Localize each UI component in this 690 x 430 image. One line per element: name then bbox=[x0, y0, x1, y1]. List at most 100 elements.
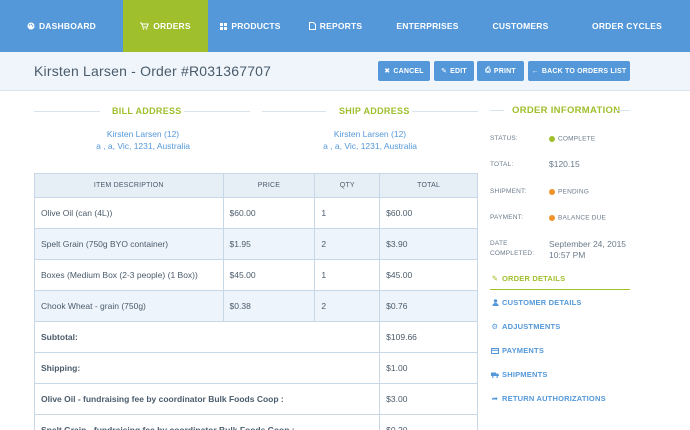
menu-customer-details[interactable]: CUSTOMER DETAILS bbox=[490, 298, 582, 307]
date-completed-label-2: COMPLETED: bbox=[490, 250, 535, 257]
summary-label: Shipping: bbox=[33, 352, 381, 384]
date-completed-value-1: September 24, 2015 bbox=[549, 239, 627, 249]
table-row: Chook Wheat - grain (750g) $0.38 2 $0.76 bbox=[34, 290, 478, 322]
payment-value: BALANCE DUE bbox=[558, 214, 607, 222]
order-items-table: ITEM DESCRIPTION PRICE QTY TOTAL Olive O… bbox=[33, 173, 478, 430]
edit-button-label: EDIT bbox=[450, 67, 467, 75]
nav-products-label: PRODUCTS bbox=[231, 21, 281, 31]
edit-icon: ✎ bbox=[441, 68, 448, 75]
menu-customer-details-label: CUSTOMER DETAILS bbox=[502, 298, 582, 307]
nav-reports[interactable]: REPORTS bbox=[293, 0, 378, 52]
summary-row-subtotal: Subtotal: $109.66 bbox=[33, 321, 478, 353]
bill-address-name: Kirsten Larsen (12) bbox=[106, 129, 180, 139]
item-qty: 1 bbox=[314, 259, 381, 291]
menu-return-authorizations[interactable]: ➦ RETURN AUTHORIZATIONS bbox=[490, 394, 606, 403]
table-row: Olive Oil (can (4L)) $60.00 1 $60.00 bbox=[34, 197, 478, 229]
menu-order-details[interactable]: ✎ ORDER DETAILS bbox=[490, 274, 565, 283]
status-label: STATUS: bbox=[490, 135, 518, 142]
nav-order-cycles[interactable]: ORDER CYCLES bbox=[564, 0, 690, 52]
column-header-total: TOTAL bbox=[379, 173, 478, 198]
bill-divider-right bbox=[184, 111, 250, 112]
order-info-divider-right bbox=[616, 110, 630, 111]
item-total: $3.90 bbox=[379, 228, 478, 260]
nav-customers[interactable]: CUSTOMERS bbox=[477, 0, 564, 52]
document-icon bbox=[308, 22, 316, 30]
item-description: Spelt Grain (750g BYO container) bbox=[34, 228, 224, 260]
menu-shipments-label: SHIPMENTS bbox=[502, 370, 548, 379]
nav-reports-label: REPORTS bbox=[319, 21, 363, 31]
cart-icon bbox=[140, 22, 150, 30]
item-price: $45.00 bbox=[222, 259, 316, 291]
item-total: $45.00 bbox=[379, 259, 478, 291]
nav-products[interactable]: PRODUCTS bbox=[208, 0, 293, 52]
menu-shipments[interactable]: SHIPMENTS bbox=[490, 370, 548, 379]
menu-adjustments-label: ADJUSTMENTS bbox=[502, 322, 561, 331]
item-price: $1.95 bbox=[222, 228, 316, 260]
summary-value: $109.66 bbox=[379, 321, 478, 353]
arrow-left-icon: ← bbox=[531, 67, 539, 75]
main-nav: DASHBOARD ORDERS PRODUCTS REPORTS ENTERP… bbox=[0, 0, 690, 52]
nav-dashboard[interactable]: DASHBOARD bbox=[0, 0, 123, 52]
cancel-icon: ✖ bbox=[384, 68, 391, 75]
total-value: $120.15 bbox=[549, 159, 580, 169]
item-description: Boxes (Medium Box (2-3 people) (1 Box)) bbox=[34, 259, 224, 291]
cogs-icon: ⚙ bbox=[491, 322, 499, 331]
nav-order-cycles-label: ORDER CYCLES bbox=[592, 21, 662, 31]
table-row: Spelt Grain (750g BYO container) $1.95 2… bbox=[34, 228, 478, 260]
menu-return-authorizations-label: RETURN AUTHORIZATIONS bbox=[502, 394, 606, 403]
truck-icon bbox=[490, 372, 500, 378]
ship-address-line: a , a, Vic, 1231, Australia bbox=[323, 141, 417, 151]
order-info-title: ORDER INFORMATION bbox=[512, 105, 621, 116]
summary-row-fee: Olive Oil - fundraising fee by coordinat… bbox=[33, 383, 478, 415]
order-info-divider-left bbox=[490, 110, 504, 111]
summary-label: Subtotal: bbox=[33, 321, 381, 353]
status-complete-dot bbox=[549, 135, 555, 142]
summary-row-fee: Spelt Grain - fundraising fee by coordin… bbox=[33, 414, 478, 430]
nav-customers-label: CUSTOMERS bbox=[492, 21, 549, 31]
nav-orders[interactable]: ORDERS bbox=[123, 0, 208, 52]
bill-divider-left bbox=[34, 111, 100, 112]
column-header-description: ITEM DESCRIPTION bbox=[34, 173, 224, 198]
nav-dashboard-label: DASHBOARD bbox=[38, 21, 97, 31]
payment-balance-due-dot bbox=[549, 214, 555, 221]
ship-divider-left bbox=[262, 111, 326, 112]
cancel-button[interactable]: ✖ CANCEL bbox=[378, 61, 430, 81]
menu-adjustments[interactable]: ⚙ ADJUSTMENTS bbox=[490, 322, 561, 331]
ship-address-title: SHIP ADDRESS bbox=[339, 106, 410, 116]
cancel-button-label: CANCEL bbox=[393, 67, 424, 75]
edit-icon: ✎ bbox=[491, 274, 499, 283]
summary-label: Olive Oil - fundraising fee by coordinat… bbox=[33, 383, 381, 415]
status-value: COMPLETE bbox=[558, 135, 596, 143]
column-header-qty: QTY bbox=[314, 173, 381, 198]
palette-icon bbox=[27, 22, 35, 30]
shipment-value: PENDING bbox=[558, 188, 590, 196]
date-completed-value-2: 10:57 PM bbox=[549, 250, 586, 260]
page-header: Kirsten Larsen - Order #R031367707 ✖ CAN… bbox=[0, 52, 690, 91]
item-qty: 1 bbox=[314, 197, 381, 229]
bill-address-line: a , a, Vic, 1231, Australia bbox=[96, 141, 190, 151]
nav-enterprises-label: ENTERPRISES bbox=[396, 21, 459, 31]
grid-icon bbox=[220, 22, 228, 30]
date-completed-label-1: DATE bbox=[490, 240, 508, 247]
table-header-row: ITEM DESCRIPTION PRICE QTY TOTAL bbox=[34, 173, 478, 198]
ship-address-name: Kirsten Larsen (12) bbox=[333, 129, 407, 139]
total-label: TOTAL: bbox=[490, 161, 514, 168]
item-description: Chook Wheat - grain (750g) bbox=[34, 290, 224, 322]
share-icon: ➦ bbox=[491, 394, 499, 403]
summary-row-shipping: Shipping: $1.00 bbox=[33, 352, 478, 384]
item-price: $60.00 bbox=[222, 197, 316, 229]
summary-value: $3.00 bbox=[379, 383, 478, 415]
edit-button[interactable]: ✎ EDIT bbox=[434, 61, 474, 81]
summary-value: $0.20 bbox=[379, 414, 478, 430]
item-description: Olive Oil (can (4L)) bbox=[34, 197, 224, 229]
print-icon: ⎙ bbox=[485, 67, 491, 74]
print-button[interactable]: ⎙ PRINT bbox=[477, 61, 524, 81]
menu-order-details-label: ORDER DETAILS bbox=[502, 274, 566, 283]
payment-label: PAYMENT: bbox=[490, 214, 524, 221]
item-total: $60.00 bbox=[379, 197, 478, 229]
nav-enterprises[interactable]: ENTERPRISES bbox=[378, 0, 477, 52]
item-total: $0.76 bbox=[379, 290, 478, 322]
shipment-pending-dot bbox=[549, 188, 555, 195]
back-to-orders-button[interactable]: ← BACK TO ORDERS LIST bbox=[528, 61, 630, 81]
menu-payments[interactable]: PAYMENTS bbox=[490, 346, 544, 355]
